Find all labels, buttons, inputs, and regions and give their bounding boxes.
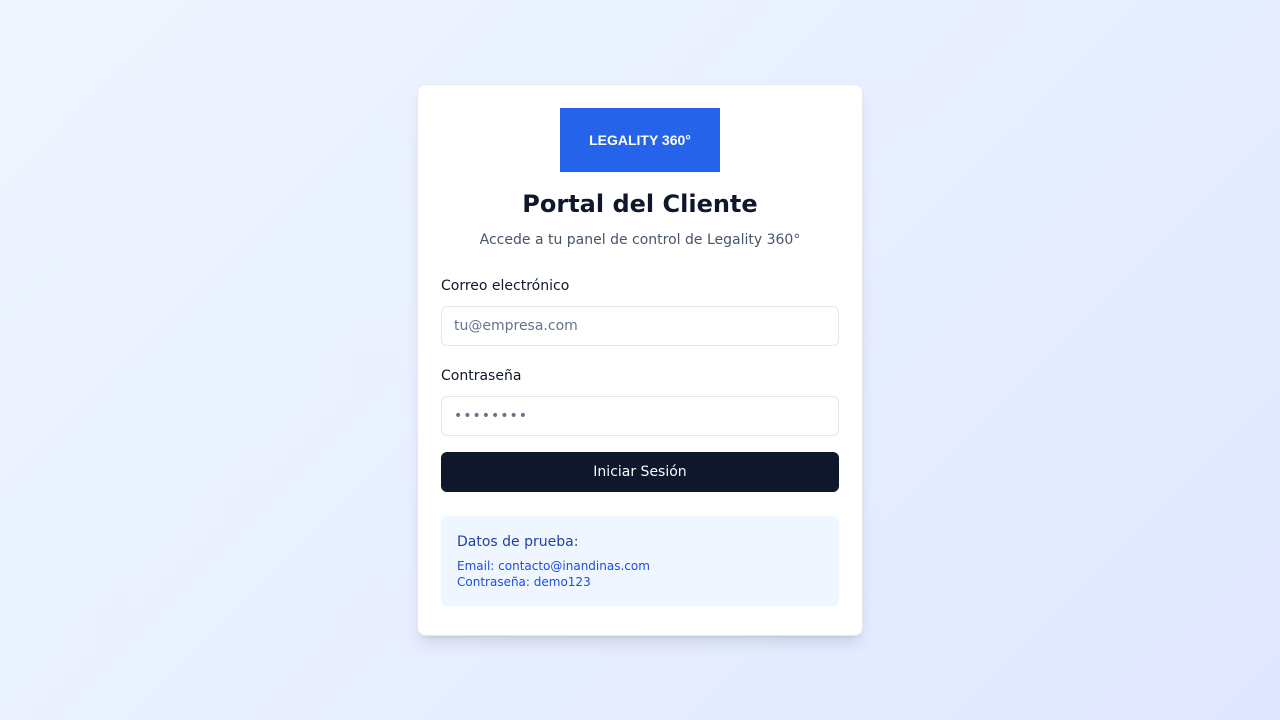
password-field[interactable]: [441, 396, 839, 436]
page-title: Portal del Cliente: [522, 190, 758, 218]
demo-password-text: Contraseña: demo123: [457, 575, 591, 589]
demo-email-text: Email: contacto@inandinas.com: [457, 559, 650, 573]
password-label: Contraseña: [441, 368, 522, 384]
page-subtitle: Accede a tu panel de control de Legality…: [479, 232, 801, 248]
demo-credentials-title: Datos de prueba:: [457, 534, 579, 550]
email-field[interactable]: [441, 306, 839, 346]
login-button[interactable]: Iniciar Sesión: [441, 452, 839, 492]
demo-credentials-box: Datos de prueba: Email: contacto@inandin…: [441, 516, 839, 606]
login-form: Correo electrónico Contraseña Iniciar Se…: [441, 276, 839, 492]
login-card: LEGALITY 360° Portal del Cliente Accede …: [417, 84, 863, 636]
email-label: Correo electrónico: [441, 278, 570, 294]
logo: LEGALITY 360°: [560, 108, 720, 172]
